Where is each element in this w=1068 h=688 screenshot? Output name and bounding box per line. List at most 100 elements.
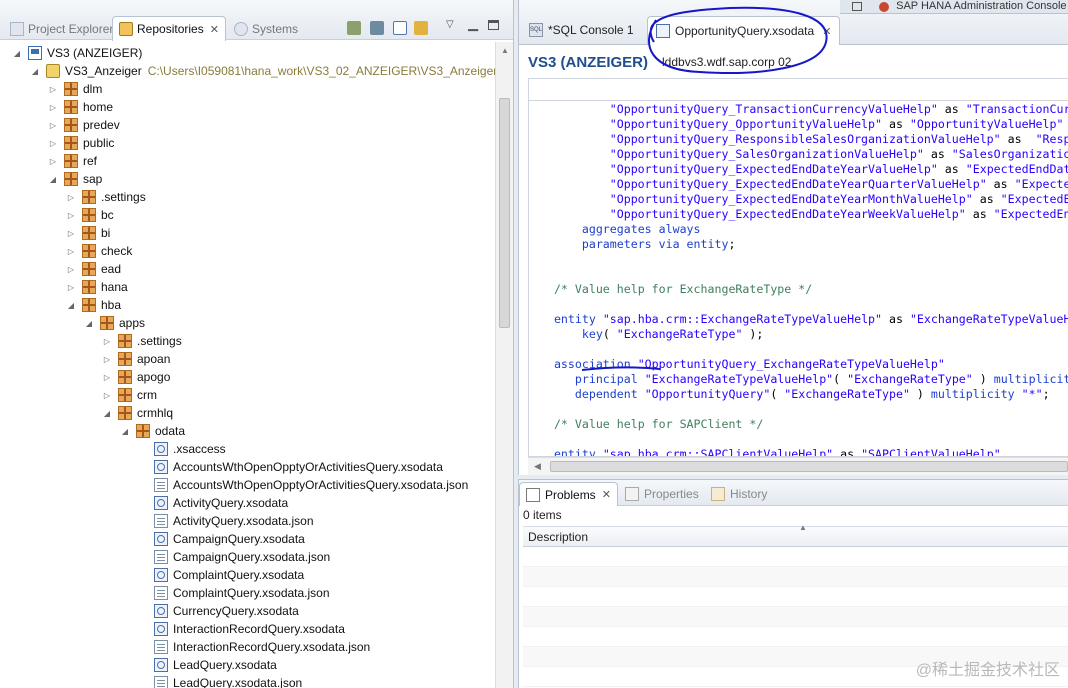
collapsed-arrow-icon[interactable]: ▷ (102, 373, 112, 382)
collapse-all-icon[interactable] (393, 21, 407, 35)
tree-item[interactable]: AccountsWthOpenOpptyOrActivitiesQuery.xs… (138, 458, 443, 476)
code-editor[interactable]: "OpportunityQuery_TransactionCurrencyVal… (528, 78, 1068, 457)
tree-item[interactable]: ▷ predev (48, 116, 120, 134)
tree-item-label: home (83, 100, 114, 114)
tree-item-label: odata (155, 424, 186, 438)
checkout-icon[interactable] (370, 21, 384, 35)
tree-item[interactable]: ComplaintQuery.xsodata.json (138, 584, 330, 602)
collapsed-arrow-icon[interactable]: ▷ (66, 211, 76, 220)
tree-item[interactable]: ActivityQuery.xsodata (138, 494, 288, 512)
tree-item[interactable]: ComplaintQuery.xsodata (138, 566, 304, 584)
tree-item[interactable]: ◢ VS3_Anzeiger C:\Users\I059081\hana_work\… (30, 62, 495, 80)
perspective-label[interactable]: SAP HANA Administration Console (896, 0, 1066, 12)
tree-item[interactable]: ◢ VS3 (ANZEIGER) (12, 44, 142, 62)
tree-item[interactable]: ◢ sap (48, 170, 102, 188)
tab-sql-console[interactable]: SQL *SQL Console 1 (521, 17, 642, 42)
tree-item[interactable]: .xsaccess (138, 440, 226, 458)
scrollbar-thumb[interactable] (550, 461, 1068, 472)
tree-item[interactable]: LeadQuery.xsodata.json (138, 674, 302, 688)
collapsed-arrow-icon[interactable]: ▷ (66, 265, 76, 274)
tree-item[interactable]: LeadQuery.xsodata (138, 656, 277, 674)
file-icon (154, 676, 168, 688)
tree-item[interactable]: ▷ apogo (102, 368, 170, 386)
collapsed-arrow-icon[interactable]: ▷ (66, 193, 76, 202)
tab-opportunityquery-xsodata[interactable]: OpportunityQuery.xsodata ✕ (647, 16, 841, 45)
expanded-arrow-icon[interactable]: ◢ (48, 175, 58, 184)
tab-history[interactable]: History (705, 482, 773, 506)
scroll-left-icon[interactable]: ◀ (534, 461, 541, 472)
tree-item[interactable]: ▷ home (48, 98, 113, 116)
minimize-icon[interactable]: ▁ (468, 16, 478, 32)
tree-item[interactable]: ◢ crmhlq (102, 404, 173, 422)
vertical-scrollbar[interactable]: ▲ (495, 42, 513, 688)
collapsed-arrow-icon[interactable]: ▷ (102, 355, 112, 364)
tree-item[interactable]: ▷ hana (66, 278, 128, 296)
expanded-arrow-icon[interactable]: ◢ (84, 319, 94, 328)
tree-item[interactable]: ◢ odata (120, 422, 185, 440)
collapsed-arrow-icon[interactable]: ▷ (102, 391, 112, 400)
tree-item[interactable]: ▷ .settings (66, 188, 146, 206)
close-icon[interactable]: ✕ (822, 25, 831, 38)
horizontal-scrollbar[interactable]: ◀ (528, 457, 1068, 475)
expanded-arrow-icon[interactable]: ◢ (66, 301, 76, 310)
collapsed-arrow-icon[interactable]: ▷ (66, 283, 76, 292)
tab-problems[interactable]: Problems ✕ (519, 482, 618, 506)
tab-repositories[interactable]: Repositories ✕ (112, 16, 226, 41)
tree-item[interactable]: ◢ hba (66, 296, 121, 314)
tree-item-label: InteractionRecordQuery.xsodata (173, 622, 345, 636)
tree-item-label: CampaignQuery.xsodata.json (173, 550, 331, 564)
collapsed-arrow-icon[interactable]: ▷ (48, 85, 58, 94)
tree-item[interactable]: AccountsWthOpenOpptyOrActivitiesQuery.xs… (138, 476, 468, 494)
code-text[interactable]: "OpportunityQuery_TransactionCurrencyVal… (529, 101, 1068, 456)
tree-item[interactable]: ▷ crm (102, 386, 157, 404)
tree-item[interactable]: ▷ .settings (102, 332, 182, 350)
tree-item-label: hba (101, 298, 122, 312)
tree-item[interactable]: CampaignQuery.xsodata.json (138, 548, 330, 566)
expanded-arrow-icon[interactable]: ◢ (12, 49, 22, 58)
package-icon (118, 370, 132, 384)
tree-item[interactable]: ▷ bc (66, 206, 114, 224)
tree-item[interactable]: InteractionRecordQuery.xsodata.json (138, 638, 370, 656)
tab-project-explorer[interactable]: Project Explorer (4, 17, 119, 41)
tree-item[interactable]: ▷ check (66, 242, 132, 260)
tree-item[interactable]: ▷ dlm (48, 80, 102, 98)
tree-item[interactable]: ▷ ref (48, 152, 97, 170)
tree-item[interactable]: InteractionRecordQuery.xsodata (138, 620, 345, 638)
expanded-arrow-icon[interactable]: ◢ (120, 427, 130, 436)
scrollbar-thumb[interactable] (499, 98, 510, 328)
tab-systems[interactable]: Systems (228, 17, 304, 41)
collapsed-arrow-icon[interactable]: ▷ (102, 337, 112, 346)
collapsed-arrow-icon[interactable]: ▷ (48, 157, 58, 166)
tree-item[interactable]: ▷ ead (66, 260, 121, 278)
tree-item[interactable]: ▷ apoan (102, 350, 170, 368)
close-icon[interactable]: ✕ (210, 23, 219, 36)
repositories-view: Project Explorer Repositories ✕ Systems … (0, 0, 514, 688)
scroll-up-icon[interactable]: ▲ (501, 46, 509, 55)
package-icon (118, 334, 132, 348)
close-icon[interactable]: ✕ (602, 488, 611, 501)
open-perspective-icon[interactable] (852, 2, 862, 11)
collapsed-arrow-icon[interactable]: ▷ (66, 247, 76, 256)
collapsed-arrow-icon[interactable]: ▷ (66, 229, 76, 238)
tree-item[interactable]: CampaignQuery.xsodata (138, 530, 305, 548)
collapsed-arrow-icon[interactable]: ▷ (48, 139, 58, 148)
tab-properties[interactable]: Properties (619, 482, 705, 506)
collapsed-arrow-icon[interactable]: ▷ (48, 121, 58, 130)
column-header-description[interactable]: ▲ Description (523, 523, 1068, 547)
tree-item[interactable]: ActivityQuery.xsodata.json (138, 512, 314, 530)
collapsed-arrow-icon[interactable]: ▷ (48, 103, 58, 112)
xsodata-file-icon (154, 460, 168, 474)
sap-hana-icon (879, 2, 890, 12)
system-icon (28, 46, 42, 60)
link-with-editor-icon[interactable] (414, 21, 428, 35)
expanded-arrow-icon[interactable]: ◢ (102, 409, 112, 418)
bottom-tab-bar: Problems ✕ Properties History (519, 480, 1068, 506)
tree-item[interactable]: CurrencyQuery.xsodata (138, 602, 299, 620)
commit-icon[interactable] (347, 21, 361, 35)
expanded-arrow-icon[interactable]: ◢ (30, 67, 40, 76)
maximize-icon[interactable] (488, 20, 499, 30)
tree-item[interactable]: ◢ apps (84, 314, 145, 332)
view-menu-icon[interactable]: ▽ (446, 19, 454, 30)
tree-item[interactable]: ▷ bi (66, 224, 110, 242)
tree-item[interactable]: ▷ public (48, 134, 114, 152)
